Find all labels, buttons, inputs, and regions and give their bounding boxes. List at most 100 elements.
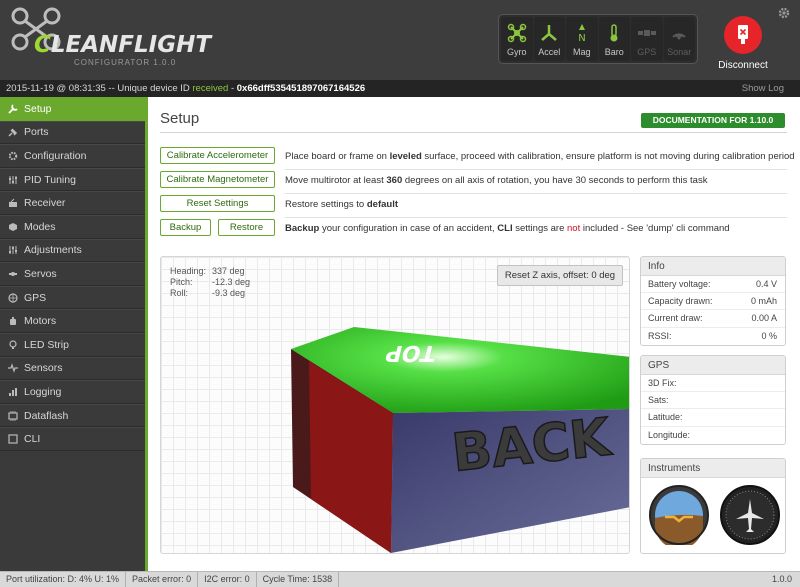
kv-label: Longitude: — [648, 429, 691, 440]
kv-label: RSSI: — [648, 330, 672, 341]
sidebar-item-led-strip[interactable]: LED Strip — [0, 332, 145, 357]
desc-text: surface, proceed with calibration, ensur… — [421, 151, 795, 162]
attitude-indicator-icon — [649, 485, 709, 545]
sensor-mag: N Mag — [566, 17, 598, 61]
sidebar-item-setup[interactable]: Setup — [0, 97, 145, 121]
disconnect-label: Disconnect — [718, 60, 768, 71]
servo-icon — [9, 271, 17, 276]
calibrate-magnetometer-button[interactable]: Calibrate Magnetometer — [160, 171, 275, 188]
sensor-mag-label: Mag — [572, 47, 591, 57]
info-panel-title: Info — [641, 257, 785, 276]
sidebar-item-label: GPS — [24, 291, 47, 304]
show-log-link[interactable]: Show Log — [742, 80, 784, 97]
sidebar-item-gps[interactable]: GPS — [0, 285, 145, 310]
sidebar-item-pid-tuning[interactable]: PID Tuning — [0, 167, 145, 192]
reset-description: Restore settings to default — [285, 199, 398, 210]
gear-icon — [8, 151, 18, 161]
kv-label: Battery voltage: — [648, 279, 711, 289]
roll-label: Roll: — [170, 288, 189, 298]
sidebar-item-adjustments[interactable]: Adjustments — [0, 238, 145, 263]
sidebar-item-sensors[interactable]: Sensors — [0, 356, 145, 381]
backup-description: Backup your configuration in case of an … — [285, 223, 730, 234]
sidebar-item-label: PID Tuning — [24, 173, 76, 186]
bulb-icon — [9, 340, 17, 349]
pulse-icon — [8, 363, 18, 374]
kv-label: Current draw: — [648, 313, 703, 324]
sidebar-item-label: Receiver — [24, 197, 66, 210]
kv-value: 0.4 V — [755, 279, 777, 289]
calibrate-accelerometer-button[interactable]: Calibrate Accelerometer — [160, 147, 275, 164]
sidebar-item-ports[interactable]: Ports — [0, 120, 145, 145]
restore-button[interactable]: Restore — [218, 219, 275, 236]
desc-text: Restore settings to — [285, 199, 367, 210]
desc-bold: leveled — [389, 151, 422, 162]
sidebar-item-logging[interactable]: Logging — [0, 380, 145, 404]
packet-error: Packet error: 0 — [126, 572, 199, 587]
logo-rest: LEANFLIGHT — [50, 32, 212, 58]
model-top-label: TOP — [383, 340, 439, 366]
model-3d-view[interactable]: TOP BACK Heading: 337 deg Pitch: -12.3 deg… — [160, 256, 630, 554]
sensor-status-group: Gyro Accel N Mag Baro GPS Sonar — [498, 14, 698, 64]
gps-3d-fix-row: 3D Fix: — [641, 375, 785, 393]
status-received: received — [192, 83, 229, 94]
kv-label: Capacity drawn: — [648, 296, 713, 307]
sidebar-item-cli[interactable]: CLI — [0, 427, 145, 451]
sidebar-item-configuration[interactable]: Configuration — [0, 144, 145, 168]
backup-button[interactable]: Backup — [160, 219, 211, 236]
desc-text: degrees on all axis of rotation, you hav… — [402, 175, 708, 186]
pitch-label: Pitch: — [170, 277, 193, 287]
sidebar-item-label: Logging — [24, 385, 62, 398]
heading-indicator-icon — [720, 485, 780, 545]
heading-row: Heading: 337 deg — [170, 266, 245, 277]
log-icon — [9, 387, 17, 396]
sidebar-item-label: Adjustments — [24, 244, 82, 257]
desc-text: Place board or frame on — [285, 151, 390, 162]
sidebar-item-label: Ports — [24, 126, 49, 139]
gps-panel: GPS 3D Fix: Sats: Latitude: Longitude: — [640, 355, 786, 445]
documentation-button[interactable]: DOCUMENTATION FOR 1.10.0 — [641, 113, 785, 128]
svg-text:N: N — [578, 33, 585, 43]
reset-z-axis-button[interactable]: Reset Z axis, offset: 0 deg — [497, 265, 623, 286]
logo-wordmark: CLEANFLIGHT — [34, 32, 211, 58]
i2c-error: I2C error: 0 — [198, 572, 257, 587]
pitch-value: -12.3 deg — [212, 277, 251, 287]
sonar-icon — [672, 33, 686, 40]
reset-settings-row: Reset Settings Restore settings to defau… — [160, 194, 787, 218]
sidebar-item-receiver[interactable]: Receiver — [0, 191, 145, 215]
footer-status-bar: Port utilization: D: 4% U: 1% Packet err… — [0, 571, 800, 587]
sidebar-item-servos[interactable]: Servos — [0, 262, 145, 286]
kv-value: 0 % — [761, 330, 777, 341]
sidebar-item-modes[interactable]: Modes — [0, 214, 145, 239]
roll-value: -9.3 deg — [212, 288, 246, 298]
thermometer-icon — [610, 24, 618, 42]
heading-label: Heading: — [170, 266, 207, 276]
gps-longitude-row: Longitude: — [641, 427, 785, 444]
compass-icon: N — [578, 24, 585, 43]
desc-bold: CLI — [497, 223, 513, 234]
port-utilization: Port utilization: D: 4% U: 1% — [0, 572, 127, 587]
desc-bold: default — [366, 199, 398, 210]
board-3d-model: TOP BACK — [291, 327, 629, 553]
globe-icon — [8, 292, 18, 303]
gyro-icon — [507, 23, 526, 43]
sensor-sonar: Sonar — [663, 17, 695, 61]
sidebar-item-motors[interactable]: Motors — [0, 309, 145, 333]
roll-row: Roll: -9.3 deg — [170, 288, 245, 299]
desc-text: included - See 'dump' cli command — [580, 223, 730, 234]
disconnect-button[interactable]: Disconnect — [716, 16, 770, 71]
header: CLEANFLIGHT CONFIGURATOR 1.0.0 Gyro Acce… — [0, 0, 800, 80]
accel-icon — [541, 25, 558, 41]
info-panel: Info Battery voltage: 0.4 V Capacity draw… — [640, 256, 786, 346]
motor-icon — [10, 317, 16, 326]
reset-settings-button[interactable]: Reset Settings — [160, 195, 275, 212]
sensor-gyro-label: Gyro — [506, 47, 527, 57]
sidebar-item-label: Modes — [24, 220, 56, 233]
sensor-gps-label: GPS — [637, 47, 657, 57]
desc-text: settings are — [512, 223, 567, 234]
sidebar-item-dataflash[interactable]: Dataflash — [0, 403, 145, 428]
sidebar-item-label: CLI — [24, 433, 41, 446]
title-divider — [160, 132, 787, 133]
cycle-time: Cycle Time: 1538 — [257, 572, 340, 587]
adjust-icon — [9, 246, 17, 255]
settings-gear-icon[interactable] — [777, 6, 791, 20]
